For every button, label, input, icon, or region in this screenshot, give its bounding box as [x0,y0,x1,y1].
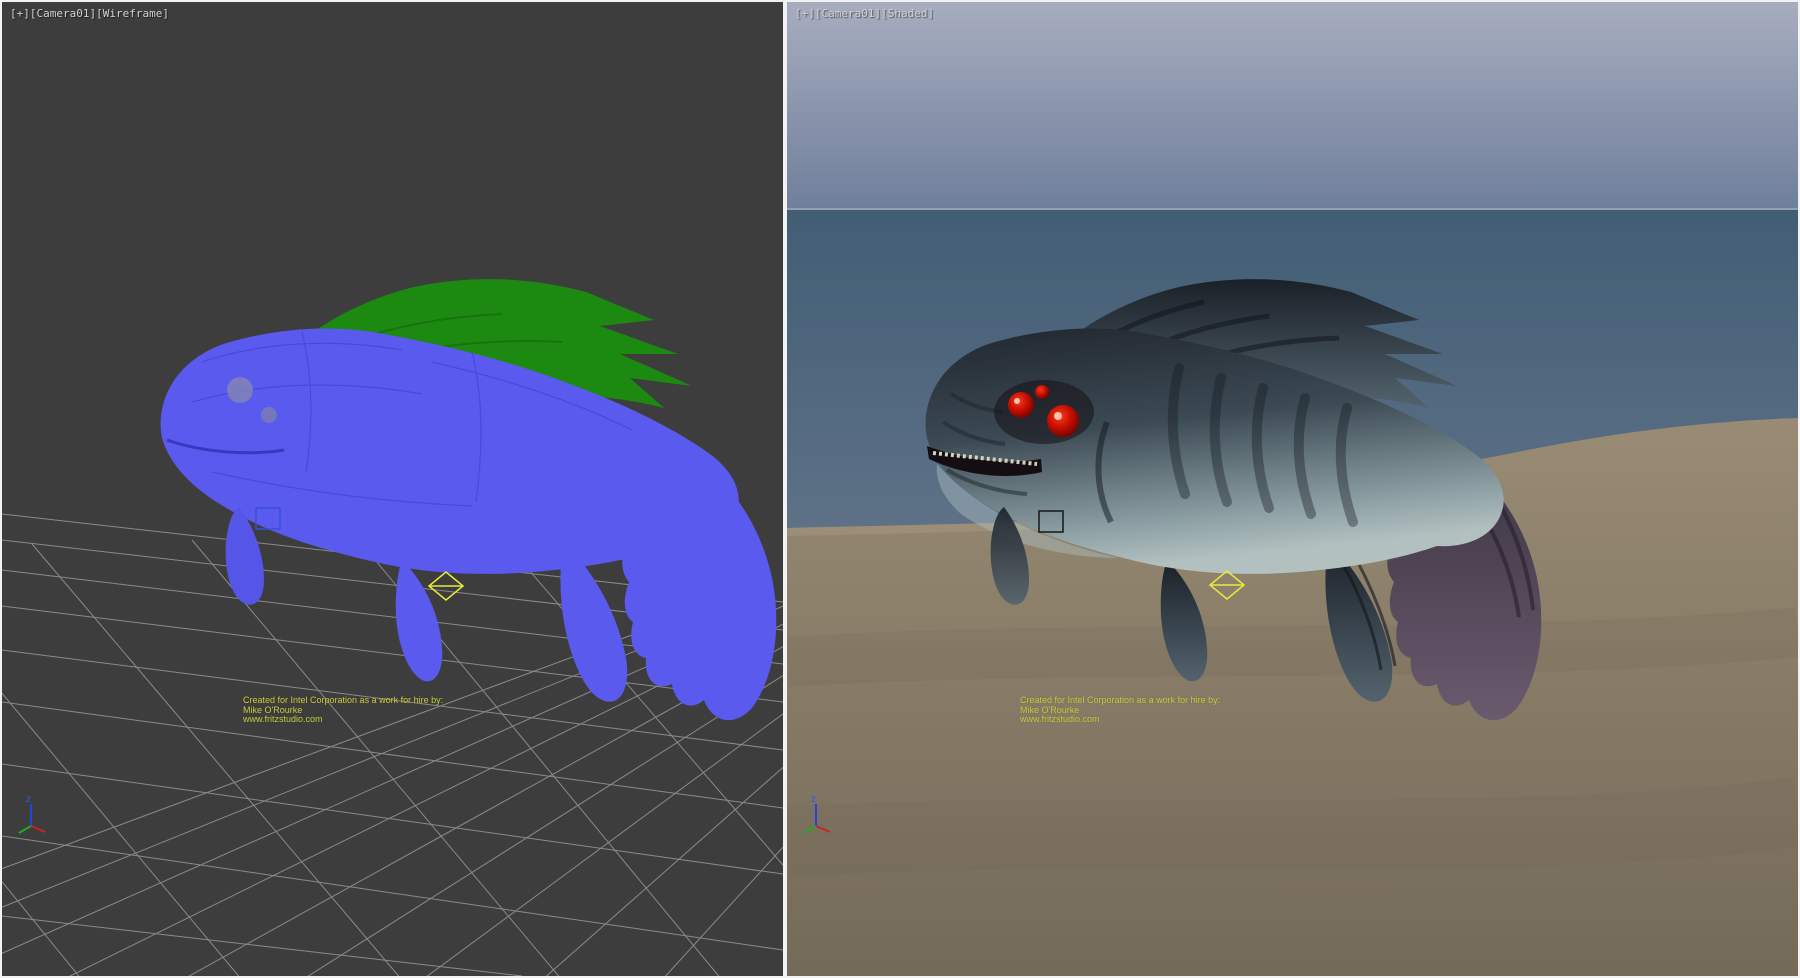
axis-x-line [816,826,830,832]
eye-highlight-2 [1054,412,1062,420]
eyes [994,380,1094,444]
watermark-line3: www.fritzstudio.com [1020,715,1220,725]
eye-small [1035,385,1049,399]
viewport-shaded[interactable]: [+][Camera01][Shaded] [787,2,1798,976]
watermark-text: Created for Intel Corporation as a work … [1020,696,1220,725]
shaded-scene [787,2,1798,976]
eye-right [1047,405,1079,437]
viewport-menu-shading[interactable]: [Shaded] [881,7,934,20]
world-axis-tripod: z [12,790,52,838]
dual-viewport-stage: [+][Camera01][Wireframe] [0,0,1800,978]
axis-y-line [19,826,31,833]
axis-z-label: z [811,794,816,805]
viewport-label-left: [+][Camera01][Wireframe] [10,7,169,20]
watermark-line3: www.fritzstudio.com [243,715,443,725]
viewport-label-right: [+][Camera01][Shaded] [795,7,934,20]
axis-x-line [31,826,45,832]
eye-spot-small [261,407,277,423]
viewport-menu-pov[interactable]: [Camera01] [815,7,881,20]
eye-left [1008,392,1034,418]
sky-upper [787,2,1798,210]
transform-gizmo[interactable] [429,572,463,600]
viewport-menu-shading[interactable]: [Wireframe] [96,7,169,20]
viewport-menu-general[interactable]: [+] [10,7,30,20]
axis-z-label: z [26,794,31,805]
fish-model-wireframe[interactable] [161,279,777,720]
ground-shading-band2 [787,812,1798,842]
viewport-wireframe[interactable]: [+][Camera01][Wireframe] [2,2,783,976]
world-axis-tripod: z [797,790,837,838]
pelvic-fin[interactable] [396,560,443,681]
eye-spot-large [227,377,253,403]
axis-y-line [804,826,816,833]
viewport-menu-pov[interactable]: [Camera01] [30,7,96,20]
viewport-menu-general[interactable]: [+] [795,7,815,20]
watermark-text: Created for Intel Corporation as a work … [243,696,443,725]
eye-highlight-1 [1014,398,1020,404]
ground-shading-band1 [787,632,1798,662]
wireframe-scene [2,2,783,976]
horizon-line [787,208,1798,210]
